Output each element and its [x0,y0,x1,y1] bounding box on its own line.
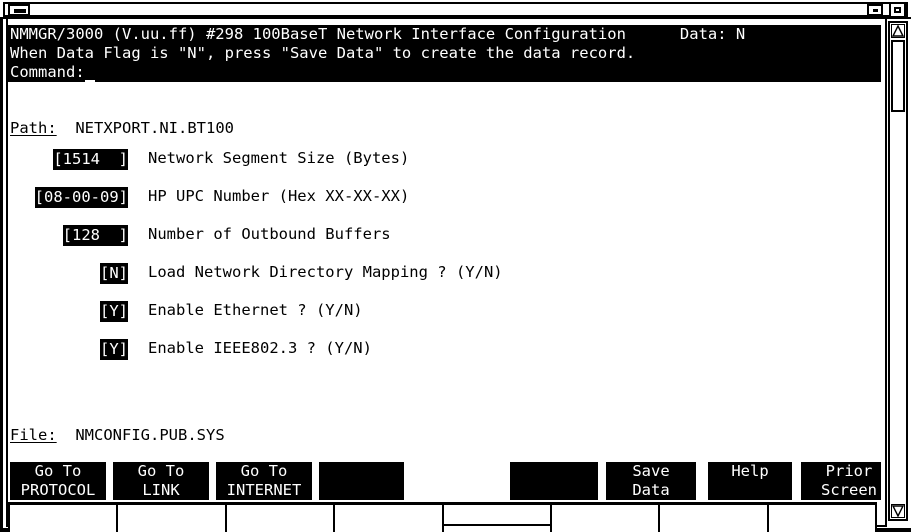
function-key-6[interactable] [510,462,598,500]
field-value[interactable]: [N] [100,263,128,284]
function-key-4[interactable] [319,462,404,500]
function-key-strip [8,502,877,532]
field-label: HP UPC Number (Hex XX-XX-XX) [148,187,410,205]
function-key-2[interactable]: Go To LINK [113,462,209,500]
field-label: Number of Outbound Buffers [148,225,391,243]
restore-icon[interactable] [867,4,883,16]
vertical-scrollbar[interactable] [888,21,908,521]
header-line-2: When Data Flag is "N", press "Save Data"… [10,44,636,62]
function-key-7[interactable]: Save Data [606,462,696,500]
field-value[interactable]: [1514 ] [53,149,128,170]
function-key-line-1: Go To [137,462,185,480]
field-value[interactable]: [128 ] [62,225,128,246]
terminal-frame: NMMGR/3000 (V.uu.ff) #298 100BaseT Netwo… [0,19,911,532]
screen-header-block: NMMGR/3000 (V.uu.ff) #298 100BaseT Netwo… [8,25,881,82]
field-value-box[interactable]: [128 ] [10,225,128,246]
function-key-line-1: Prior [825,462,873,480]
function-key-line-1: Go To [34,462,82,480]
field-value[interactable]: [Y] [100,301,128,322]
command-cursor [84,63,95,82]
function-key-line-2: Screen [821,481,877,499]
function-key-line-1: Help [731,462,769,480]
path-row: Path: NETXPORT.NI.BT100 [10,119,234,138]
function-key-8[interactable]: Help [708,462,792,500]
field-label: Load Network Directory Mapping ? (Y/N) [148,263,503,281]
field-label: Network Segment Size (Bytes) [148,149,410,167]
field-label: Enable IEEE802.3 ? (Y/N) [148,339,372,357]
keyboard-key-2[interactable] [118,505,227,532]
minimize-icon[interactable] [8,4,30,16]
field-value-box[interactable]: [N] [10,263,128,284]
function-key-line-1: Save [632,462,670,480]
keyboard-key-5-lower[interactable] [444,526,550,532]
function-key-line-1: Go To [240,462,288,480]
function-key-line-2: PROTOCOL [20,481,96,499]
command-label: Command: [10,63,85,81]
window-titlebar[interactable] [0,0,911,19]
function-key-line-1 [404,462,510,481]
file-row: File: NMCONFIG.PUB.SYS [10,426,225,445]
file-value: NMCONFIG.PUB.SYS [75,426,225,444]
function-key-line-2 [319,481,404,500]
field-value-box[interactable]: [08-00-09] [10,187,128,208]
header-line-1: NMMGR/3000 (V.uu.ff) #298 100BaseT Netwo… [8,25,881,44]
keyboard-key-5-upper[interactable] [443,505,550,526]
function-key-line-1 [319,462,404,481]
scrollbar-thumb[interactable] [891,40,905,112]
keyboard-key-1[interactable] [10,505,119,532]
keyboard-key-6[interactable] [551,505,661,532]
function-key-9[interactable]: Prior Screen [801,462,881,500]
path-value: NETXPORT.NI.BT100 [75,119,234,137]
scroll-down-arrow-icon[interactable] [891,504,905,518]
keyboard-key-3[interactable] [226,505,336,532]
function-key-line-2 [708,481,792,500]
function-key-5[interactable] [404,462,510,500]
maximize-icon[interactable] [889,2,906,18]
function-key-line-2 [510,481,598,500]
keyboard-key-5[interactable] [443,505,552,532]
header-title: NMMGR/3000 (V.uu.ff) #298 100BaseT Netwo… [10,25,626,43]
field-value[interactable]: [Y] [100,339,128,360]
scroll-up-arrow-icon[interactable] [891,24,905,38]
keyboard-key-8[interactable] [768,505,875,532]
data-flag-status: Data: N [679,25,746,43]
function-key-line-2: Data [632,481,670,499]
keyboard-key-7[interactable] [660,505,769,532]
path-label: Path: [10,119,57,137]
field-label: Enable Ethernet ? (Y/N) [148,301,363,319]
command-line[interactable]: Command: [8,63,881,82]
file-label: File: [10,426,57,444]
function-key-line-2: LINK [142,481,180,499]
function-key-3[interactable]: Go To INTERNET [216,462,312,500]
window-title-text [3,2,908,17]
field-value-box[interactable]: [1514 ] [10,149,128,170]
field-value[interactable]: [08-00-09] [34,187,128,208]
terminal-emulator-window: NMMGR/3000 (V.uu.ff) #298 100BaseT Netwo… [0,0,911,532]
field-value-box[interactable]: [Y] [10,339,128,360]
function-key-line-2 [404,481,510,500]
function-key-line-2: INTERNET [226,481,302,499]
field-value-box[interactable]: [Y] [10,301,128,322]
terminal-screen: NMMGR/3000 (V.uu.ff) #298 100BaseT Netwo… [8,21,881,525]
function-key-line-1 [510,462,598,481]
function-key-labels: Go To PROTOCOL Go To LINK Go To INTERNET Save D… [10,462,881,500]
function-key-1[interactable]: Go To PROTOCOL [10,462,106,500]
keyboard-key-4[interactable] [335,505,444,532]
